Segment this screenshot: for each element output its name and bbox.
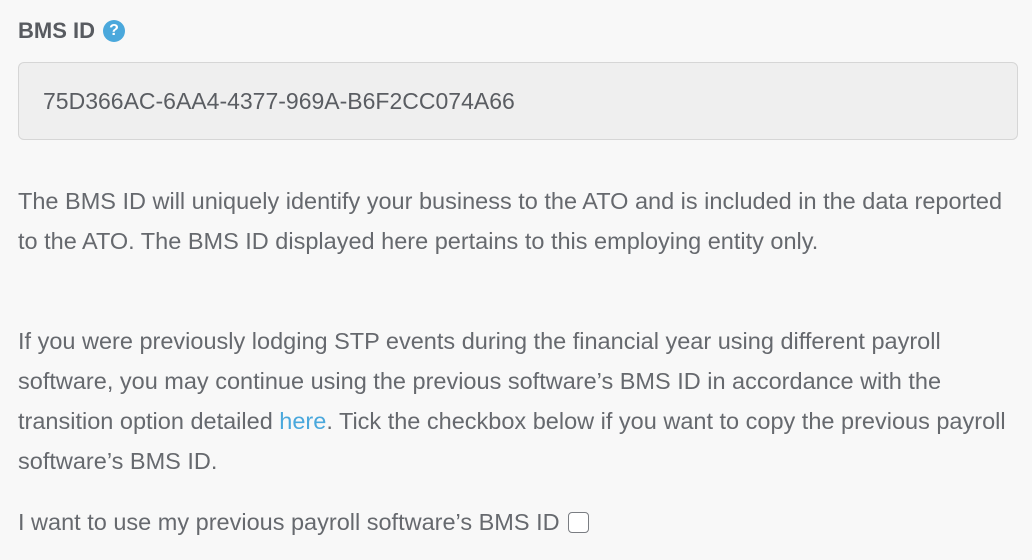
use-previous-bms-id-row: I want to use my previous payroll softwa…	[18, 502, 589, 542]
use-previous-bms-id-checkbox[interactable]	[567, 511, 589, 533]
bms-id-field[interactable]	[18, 62, 1018, 140]
bms-id-description: The BMS ID will uniquely identify your b…	[18, 188, 1003, 254]
transition-description: If you were previously lodging STP event…	[18, 321, 1018, 481]
question-circle-icon[interactable]: ?	[103, 20, 125, 42]
transition-option-link[interactable]: here	[279, 408, 326, 434]
bms-id-section: BMS ID ? The BMS ID will uniquely identi…	[0, 0, 1032, 560]
bms-id-label: BMS ID	[18, 18, 95, 43]
bms-id-label-row: BMS ID ?	[18, 16, 125, 46]
use-previous-bms-id-label: I want to use my previous payroll softwa…	[18, 509, 560, 535]
